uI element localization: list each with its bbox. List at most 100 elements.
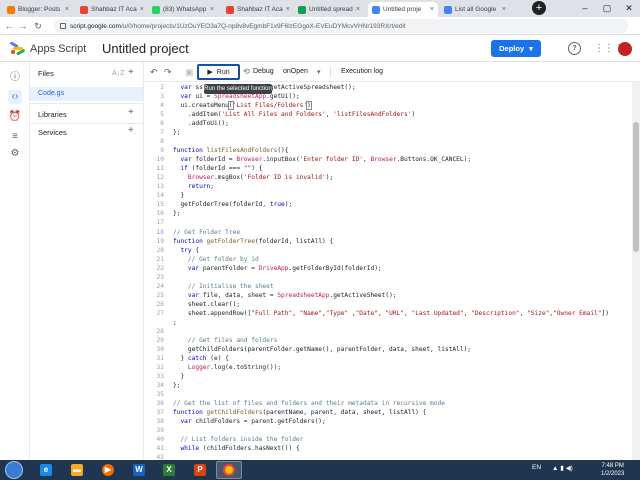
start-button-icon[interactable]: [5, 461, 23, 479]
code-line[interactable]: 4 ui.createMenu('List Files/Folders'): [144, 101, 634, 111]
reload-icon[interactable]: ↻: [32, 19, 44, 33]
project-title[interactable]: Untitled project: [102, 41, 189, 56]
code-line[interactable]: ;: [144, 318, 634, 327]
code-line[interactable]: 24 // Initialise the sheet: [144, 282, 634, 291]
code-line[interactable]: 31 } catch (e) {: [144, 354, 634, 363]
code-line[interactable]: 35: [144, 390, 634, 399]
code-line[interactable]: 38 var childFolders = parent.getFolders(…: [144, 417, 634, 426]
code-line[interactable]: 7};: [144, 128, 634, 137]
code-line[interactable]: 6 .addToUi();: [144, 119, 634, 128]
tab-close-icon[interactable]: ×: [137, 6, 144, 13]
tab-close-icon[interactable]: ×: [283, 6, 290, 13]
taskbar-explorer-icon[interactable]: ▬: [64, 461, 90, 479]
code-line[interactable]: 29 // Get files and folders: [144, 336, 634, 345]
code-line[interactable]: 17: [144, 218, 634, 227]
language-indicator[interactable]: EN: [532, 464, 541, 471]
close-icon[interactable]: ✕: [618, 0, 640, 17]
code-line[interactable]: 32 Logger.log(e.toString());: [144, 363, 634, 372]
code-line[interactable]: 26 sheet.clear();: [144, 300, 634, 309]
debug-icon[interactable]: ⟲: [243, 67, 250, 77]
code-line[interactable]: 16};: [144, 209, 634, 218]
executions-list-icon[interactable]: ≡: [8, 130, 22, 144]
tray-icons[interactable]: ▲ ▮ ◀): [552, 464, 573, 472]
file-item-code-gs[interactable]: Code.gs: [30, 87, 143, 101]
code-line[interactable]: 23: [144, 273, 634, 282]
code-line[interactable]: 33 }: [144, 372, 634, 381]
editor-scrollbar[interactable]: [632, 82, 640, 460]
triggers-clock-icon[interactable]: ⏰: [8, 110, 22, 124]
code-line[interactable]: 39: [144, 426, 634, 435]
code-line[interactable]: 22 var parentFolder = DriveApp.getFolder…: [144, 264, 634, 273]
tab-close-icon[interactable]: ×: [62, 6, 69, 13]
browser-tab[interactable]: Shahbaz IT Aca ×: [76, 2, 146, 17]
code-line[interactable]: 18 // Get Folder Tree: [144, 228, 634, 237]
editor-code-icon[interactable]: ‹›: [8, 90, 22, 104]
code-line[interactable]: 42: [144, 453, 634, 460]
chevron-down-icon[interactable]: ▾: [317, 68, 321, 78]
tab-close-icon[interactable]: ×: [353, 6, 360, 13]
code-line[interactable]: 13 return;: [144, 182, 634, 191]
tab-close-icon[interactable]: ×: [207, 6, 214, 13]
code-line[interactable]: 41 while (childFolders.hasNext()) {: [144, 444, 634, 453]
url-input[interactable]: script.google.com/u/0/home/projects/1UzO…: [54, 19, 628, 33]
forward-icon[interactable]: →: [17, 19, 29, 33]
code-line[interactable]: 36 // Get the list of files and folders a…: [144, 399, 634, 408]
undo-icon[interactable]: ↶: [150, 67, 158, 77]
code-line[interactable]: 37 function getChildFolders(parentName, p…: [144, 408, 634, 417]
browser-tab[interactable]: (83) WhatsApp ×: [148, 2, 218, 17]
add-file-button[interactable]: +: [128, 68, 134, 78]
code-line[interactable]: 40 // List folders inside the folder: [144, 435, 634, 444]
code-line[interactable]: 15 getFolderTree(folderId, true);: [144, 200, 634, 209]
minimize-icon[interactable]: –: [574, 0, 596, 17]
browser-tab[interactable]: Untitled proje ×: [368, 2, 438, 17]
help-icon[interactable]: ?: [568, 42, 581, 55]
add-library-button[interactable]: +: [128, 108, 134, 118]
function-select[interactable]: onOpen: [283, 68, 308, 75]
taskbar-chrome-icon[interactable]: [216, 461, 242, 479]
add-service-button[interactable]: +: [128, 126, 134, 136]
sort-files-button[interactable]: A↓Z: [112, 69, 124, 79]
code-line[interactable]: 14 }: [144, 191, 634, 200]
settings-gear-icon[interactable]: ⚙: [8, 147, 22, 161]
taskbar-ie-icon[interactable]: e: [33, 461, 59, 479]
new-tab-button[interactable]: +: [532, 1, 546, 15]
system-clock[interactable]: 7:48 PM 1/2/2023: [601, 462, 624, 478]
tab-close-icon[interactable]: ×: [499, 6, 506, 13]
code-line[interactable]: 19 function getFolderTree(folderId, listA…: [144, 237, 634, 246]
taskbar-excel-icon[interactable]: X: [156, 461, 182, 479]
browser-tab[interactable]: Shahbaz IT Aca ×: [222, 2, 292, 17]
code-line[interactable]: 9 function listFilesAndFolders(){: [144, 146, 634, 155]
redo-icon[interactable]: ↷: [164, 67, 172, 77]
taskbar-media-player-icon[interactable]: ▶: [95, 461, 121, 479]
avatar[interactable]: [618, 42, 632, 56]
code-line[interactable]: 11 if (folderId === "") {: [144, 164, 634, 173]
run-button[interactable]: ▶ Run: [197, 64, 240, 80]
code-line[interactable]: 21 // Get folder by id: [144, 255, 634, 264]
code-line[interactable]: 5 .addItem('List All Files and Folders',…: [144, 110, 634, 119]
debug-button[interactable]: Debug: [253, 68, 274, 75]
apps-grid-icon[interactable]: ⋮⋮⋮: [594, 42, 624, 55]
code-line[interactable]: 28: [144, 327, 634, 336]
browser-tab[interactable]: Blogger: Posts ×: [3, 2, 73, 17]
code-line[interactable]: 8: [144, 137, 634, 146]
taskbar-word-icon[interactable]: W: [126, 461, 152, 479]
browser-tab[interactable]: Untitled spread ×: [294, 2, 364, 17]
back-icon[interactable]: ←: [3, 19, 15, 33]
browser-tab[interactable]: List all Google ×: [440, 2, 510, 17]
save-icon[interactable]: ▣: [185, 67, 194, 77]
info-icon[interactable]: ⓘ: [8, 71, 22, 85]
code-line[interactable]: 20 try {: [144, 246, 634, 255]
deploy-button[interactable]: Deploy ▾: [491, 40, 541, 57]
code-line[interactable]: 12 Browser.msgBox('Folder ID is invalid'…: [144, 173, 634, 182]
taskbar-powerpoint-icon[interactable]: P: [187, 461, 213, 479]
maximize-icon[interactable]: ▢: [596, 0, 618, 17]
scrollbar-thumb[interactable]: [633, 122, 639, 252]
tab-close-icon[interactable]: ×: [427, 6, 434, 13]
code-line[interactable]: 30 getChildFolders(parentFolder.getName(…: [144, 345, 634, 354]
execution-log-button[interactable]: Execution log: [341, 68, 383, 75]
code-line[interactable]: 10 var folderId = Browser.inputBox('Ente…: [144, 155, 634, 164]
code-editor[interactable]: 2 var ss = SpreadsheetApp.getActiveSprea…: [144, 82, 634, 460]
code-line[interactable]: 34};: [144, 381, 634, 390]
code-line[interactable]: 27 sheet.appendRow(["Full Path", "Name",…: [144, 309, 634, 318]
code-line[interactable]: 25 var file, data, sheet = SpreadsheetAp…: [144, 291, 634, 300]
